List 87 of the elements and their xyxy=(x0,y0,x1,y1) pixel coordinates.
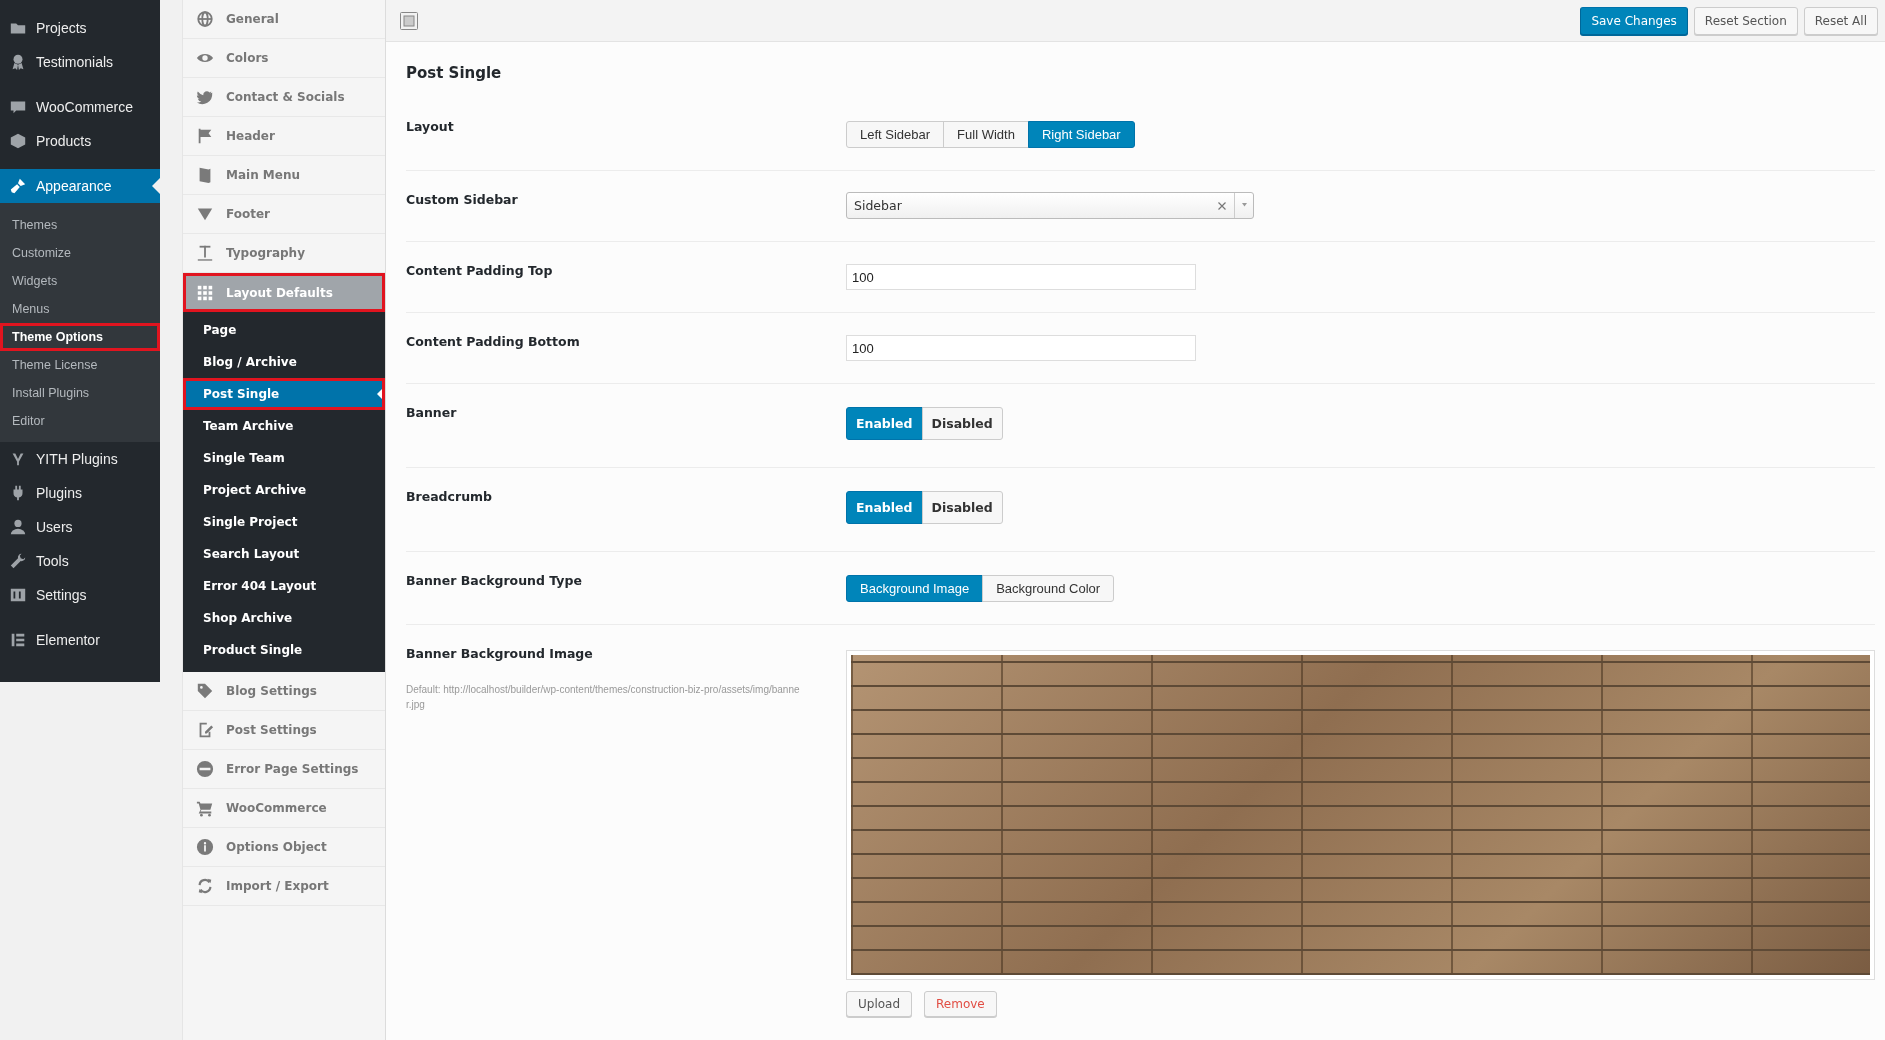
field-label: Content Padding Bottom xyxy=(406,334,581,350)
options-nav-item[interactable]: Import / Export xyxy=(183,867,385,906)
flag-icon xyxy=(196,127,214,145)
toggle-option[interactable]: Disabled xyxy=(921,407,1003,440)
option-button[interactable]: Background Image xyxy=(846,575,984,602)
menu-item[interactable]: Products xyxy=(0,124,160,158)
toggle-option[interactable]: Enabled xyxy=(846,407,923,440)
menu-item[interactable]: Tools xyxy=(0,544,160,578)
submenu-item[interactable]: Widgets xyxy=(0,267,160,295)
submenu-item[interactable]: Customize xyxy=(0,239,160,267)
menu-item[interactable]: Settings xyxy=(0,578,160,612)
toolbar-button[interactable]: Reset Section xyxy=(1693,6,1798,35)
options-nav-item[interactable]: Footer xyxy=(183,195,385,234)
clear-icon xyxy=(1217,200,1227,211)
cube-icon xyxy=(9,132,27,150)
menu-item[interactable]: Testimonials xyxy=(0,45,160,79)
typography-icon xyxy=(196,244,214,262)
options-nav-item[interactable]: Contact & Socials xyxy=(183,78,385,117)
option-button[interactable]: Right Sidebar xyxy=(1027,121,1135,148)
menu-item[interactable]: WooCommerce xyxy=(0,90,160,124)
field-label: Banner Background Image xyxy=(406,646,594,662)
brush-icon xyxy=(9,177,27,195)
option-button[interactable]: Background Color xyxy=(982,575,1115,602)
field-label: Content Padding Top xyxy=(406,263,554,279)
submenu-item[interactable]: Theme Options xyxy=(0,323,160,351)
text-field[interactable]: 100 xyxy=(846,264,1196,290)
tag-icon xyxy=(196,682,214,700)
menu-item[interactable]: Elementor xyxy=(0,623,160,657)
options-nav-item[interactable]: Post Settings xyxy=(183,711,385,750)
options-subnav-item[interactable]: Team Archive xyxy=(183,410,385,442)
caret-icon xyxy=(1240,203,1248,208)
field-description: Default: http://localhost/builder/wp-content/themes/construction-biz-pro/assets/img/banner.jpg xyxy=(406,683,801,712)
sliders-icon xyxy=(9,586,27,604)
options-nav-item[interactable]: Error Page Settings xyxy=(183,750,385,789)
cart-icon xyxy=(196,799,214,817)
menu-item[interactable]: Appearance xyxy=(0,169,160,203)
field-label: Breadcrumb xyxy=(406,489,493,505)
toolbar-button[interactable]: Save Changes xyxy=(1580,6,1688,35)
options-subnav-item[interactable]: Post Single xyxy=(183,378,385,410)
toggle-option[interactable]: Enabled xyxy=(846,491,923,524)
options-subnav-item[interactable]: Shop Archive xyxy=(183,602,385,634)
options-subnav-item[interactable]: Page xyxy=(183,314,385,346)
toolbar-button[interactable]: Reset All xyxy=(1803,6,1878,35)
options-nav-item[interactable]: Blog Settings xyxy=(183,672,385,711)
options-nav-item[interactable]: WooCommerce xyxy=(183,789,385,828)
field-label: Banner xyxy=(406,405,458,421)
media-button[interactable]: Upload xyxy=(846,991,913,1017)
bird-icon xyxy=(196,88,214,106)
field-label: Custom Sidebar xyxy=(406,192,519,208)
options-nav-item[interactable]: Options Object xyxy=(183,828,385,867)
media-button[interactable]: Remove xyxy=(924,991,997,1017)
submenu-item[interactable]: Themes xyxy=(0,211,160,239)
submenu-item[interactable]: Install Plugins xyxy=(0,379,160,407)
person-icon xyxy=(9,518,27,536)
panel-icon xyxy=(399,10,419,31)
wrench-icon xyxy=(9,552,27,570)
grid-icon xyxy=(196,283,214,302)
options-subnav-item[interactable]: Error 404 Layout xyxy=(183,570,385,602)
options-subnav-item[interactable]: Single Team xyxy=(183,442,385,474)
text-field[interactable]: 100 xyxy=(846,335,1196,361)
section-title: Post Single xyxy=(406,63,503,84)
info-icon xyxy=(196,838,214,856)
refresh-icon xyxy=(196,877,214,895)
menu-item[interactable]: Users xyxy=(0,510,160,544)
menu-item[interactable]: YITH Plugins xyxy=(0,442,160,476)
options-nav-item[interactable]: Colors xyxy=(183,39,385,78)
field-label: Banner Background Type xyxy=(406,573,583,589)
bars-icon xyxy=(9,631,27,649)
field-label: Layout xyxy=(406,119,455,135)
options-subnav-item[interactable]: Product Single xyxy=(183,634,385,666)
options-subnav-item[interactable]: Search Layout xyxy=(183,538,385,570)
submenu-item[interactable]: Editor xyxy=(0,407,160,435)
menu-item[interactable]: Plugins xyxy=(0,476,160,510)
options-subnav-item[interactable]: Single Project xyxy=(183,506,385,538)
option-button[interactable]: Full Width xyxy=(943,121,1029,148)
submenu-item[interactable]: Menus xyxy=(0,295,160,323)
option-button[interactable]: Left Sidebar xyxy=(846,121,945,148)
options-subnav-item[interactable]: Project Archive xyxy=(183,474,385,506)
options-nav-item[interactable]: General xyxy=(183,0,385,39)
options-nav-item[interactable]: Header xyxy=(183,117,385,156)
options-subnav-item[interactable]: Blog / Archive xyxy=(183,346,385,378)
select-field[interactable]: Sidebar xyxy=(846,192,1254,219)
toggle-option[interactable]: Disabled xyxy=(921,491,1003,524)
globe-icon xyxy=(196,10,214,28)
submenu-item[interactable]: Theme License xyxy=(0,351,160,379)
options-nav-item[interactable]: Main Menu xyxy=(183,156,385,195)
menu-item[interactable]: Projects xyxy=(0,11,160,45)
